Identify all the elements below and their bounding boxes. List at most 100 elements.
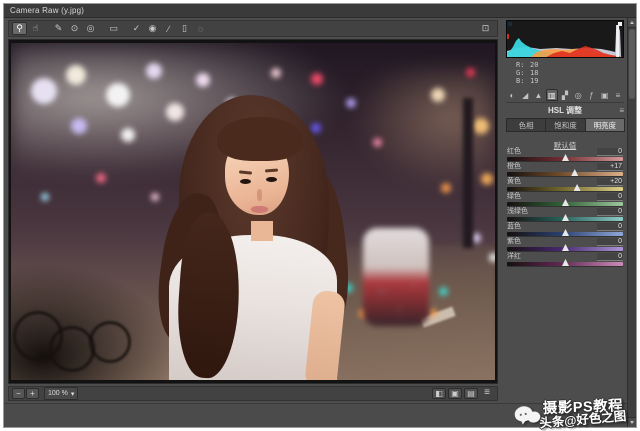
slider-value-field[interactable]: 0 <box>597 223 623 231</box>
rgb-readout-row: R:20 <box>516 61 628 69</box>
slider-track[interactable] <box>507 247 623 251</box>
tab-presets-icon[interactable]: ≡ <box>612 89 624 101</box>
hsl-panel-title: HSL 调整 <box>548 106 582 115</box>
reset-defaults-link[interactable]: 默认值 <box>554 141 577 150</box>
tab-camera-calibration-icon[interactable]: ▣ <box>599 89 611 101</box>
panel-menu-icon[interactable]: ≡ <box>619 105 624 117</box>
slider-track[interactable] <box>507 187 623 191</box>
crop-tool-icon[interactable]: ▭ <box>106 22 121 35</box>
hand-tool-icon[interactable]: ☝ <box>28 22 43 35</box>
rgb-channel-label: R: <box>516 61 530 69</box>
tab-split-toning-icon[interactable]: ▞ <box>559 89 571 101</box>
red-eye-removal-tool-icon[interactable]: ◉ <box>145 22 160 35</box>
before-after-view-icon[interactable]: ◧ <box>432 388 446 399</box>
slider-label-row: 绿色0 <box>507 192 623 201</box>
slider-label: 黄色 <box>507 176 521 186</box>
window-titlebar[interactable]: Camera Raw (y.jpg) <box>4 4 636 18</box>
bokeh-light <box>71 118 87 134</box>
bokeh-light <box>196 73 210 87</box>
bokeh-light <box>311 73 323 85</box>
preview-menu-icon[interactable]: ≡ <box>480 388 494 399</box>
histogram-graph <box>507 21 623 57</box>
shadow-clipping-indicator[interactable] <box>508 22 512 26</box>
slider-label-row: 浅绿色0 <box>507 207 623 216</box>
hsl-subtab-bar: 色相饱和度明亮度 <box>506 118 624 132</box>
slider-label-row: 蓝色0 <box>507 222 623 231</box>
bokeh-light <box>346 98 356 108</box>
white-balance-tool-icon[interactable]: ✎ <box>51 22 66 35</box>
zoom-out-button[interactable]: − <box>12 388 25 399</box>
slider-value-field[interactable]: +17 <box>597 163 623 171</box>
tab-hsl-grayscale-icon[interactable]: ▥ <box>546 89 558 101</box>
hsl-slider-orange: 橙色+17 <box>507 162 623 176</box>
histogram[interactable] <box>506 20 624 58</box>
hsl-sliders: 红色0橙色+17黄色+20绿色0浅绿色0蓝色0紫色0洋红0 <box>507 147 623 266</box>
tab-tone-curve-icon[interactable]: ◢ <box>519 89 531 101</box>
bokeh-light <box>166 103 184 121</box>
adjustment-brush-tool-icon[interactable]: ∕ <box>161 22 176 35</box>
hsl-subtab[interactable]: 色相 <box>506 118 546 132</box>
slider-track[interactable] <box>507 202 623 206</box>
slider-label: 洋红 <box>507 251 521 261</box>
bokeh-light <box>473 118 489 134</box>
slider-track[interactable] <box>507 232 623 236</box>
hsl-panel-header: HSL 调整 ≡ <box>502 105 628 117</box>
bokeh-light <box>121 128 135 142</box>
color-sampler-tool-icon[interactable]: ⊙ <box>67 22 82 35</box>
hsl-slider-magenta: 洋红 0 <box>507 252 623 266</box>
photo-pole <box>463 98 473 248</box>
toggle-fullscreen-icon[interactable]: ⊡ <box>478 22 493 35</box>
slider-value-field[interactable]: +20 <box>597 178 623 186</box>
scrollbar-up-arrow[interactable] <box>628 18 636 28</box>
wechat-eye <box>524 413 526 415</box>
hsl-subtab[interactable]: 明亮度 <box>585 118 625 132</box>
bokeh-light <box>373 138 382 147</box>
scrollbar-thumb[interactable] <box>629 29 635 99</box>
tab-detail-icon[interactable]: ▲ <box>533 89 545 101</box>
slider-value-field[interactable]: 0 <box>597 238 623 246</box>
targeted-adjustment-tool-icon[interactable]: ◎ <box>83 22 98 35</box>
rgb-channel-value: 19 <box>530 77 538 85</box>
spot-removal-tool-icon[interactable]: ✓ <box>129 22 144 35</box>
tab-effects-icon[interactable]: ƒ <box>586 89 598 101</box>
photo-motorbike <box>363 228 429 326</box>
rgb-channel-value: 18 <box>530 69 538 77</box>
tab-basic-icon[interactable]: ◐ <box>506 89 518 101</box>
zoom-level-select[interactable]: 100 % ▾ <box>44 387 78 400</box>
hsl-slider-yellow: 黄色 +20 <box>507 177 623 191</box>
woman-eye <box>266 177 277 182</box>
slider-value-field[interactable]: 0 <box>597 208 623 216</box>
graduated-filter-tool-icon[interactable]: ▯ <box>177 22 192 35</box>
panel-scrollbar[interactable] <box>627 18 636 427</box>
watermark-text: 摄影PS教程 头条@好色之图 <box>542 399 630 427</box>
bokeh-light <box>466 68 475 77</box>
rgb-channel-label: B: <box>516 77 530 85</box>
radial-filter-tool-icon[interactable]: ◌ <box>193 22 208 35</box>
zoom-in-button[interactable]: + <box>26 388 39 399</box>
image-preview-area[interactable] <box>8 39 498 384</box>
rgb-readout: R:20G:18B:19 <box>516 61 628 85</box>
slider-label-row: 黄色 +20 <box>507 177 623 186</box>
hsl-subtab[interactable]: 饱和度 <box>545 118 585 132</box>
bokeh-light <box>311 123 321 133</box>
slider-track[interactable] <box>507 157 623 161</box>
tab-lens-corrections-icon[interactable]: ◎ <box>572 89 584 101</box>
slider-value-field[interactable]: 0 <box>597 193 623 201</box>
rgb-channel-value: 20 <box>530 61 538 69</box>
zoom-level-value: 100 % <box>48 390 68 397</box>
panel-tab-bar: ◐◢▲▥▞◎ƒ▣≡ <box>506 89 624 103</box>
bokeh-light <box>106 83 130 107</box>
bokeh-light <box>441 183 451 193</box>
adjustments-panel: R:20G:18B:19 ◐◢▲▥▞◎ƒ▣≡ HSL 调整 ≡ 色相饱和度明亮度… <box>502 20 628 427</box>
slider-track[interactable] <box>507 217 623 221</box>
zoom-tool-icon[interactable]: ⚲ <box>12 22 27 35</box>
preview-settings-icon[interactable]: ▤ <box>464 388 478 399</box>
slider-value-field[interactable]: 0 <box>597 253 623 261</box>
slider-track[interactable] <box>507 262 623 266</box>
hsl-slider-blue: 蓝色0 <box>507 222 623 236</box>
apply-snapshot-icon[interactable]: ▣ <box>448 388 462 399</box>
preview-buttons-group: ◧▣▤≡ <box>430 388 494 399</box>
highlight-clipping-indicator[interactable] <box>618 22 622 26</box>
slider-value-field[interactable]: 0 <box>597 148 623 156</box>
slider-track[interactable] <box>507 172 623 176</box>
